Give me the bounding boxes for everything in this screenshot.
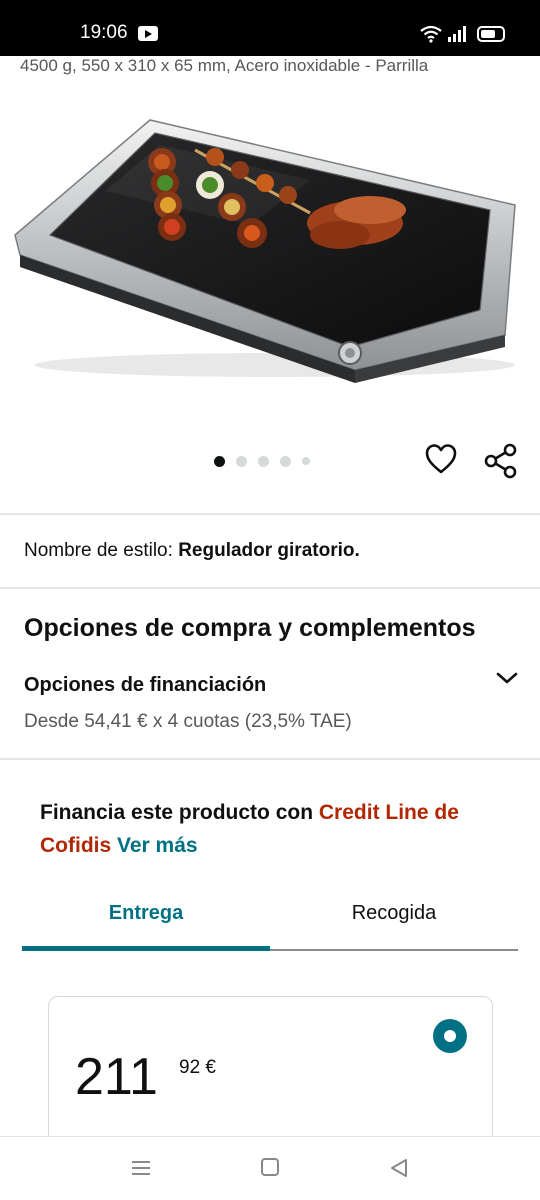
carousel-dot[interactable] (280, 455, 291, 467)
style-label: Nombre de estilo: (24, 540, 173, 561)
product-subtitle: 4500 g, 550 x 310 x 65 mm, Acero inoxida… (20, 56, 429, 75)
youtube-notification-icon (138, 26, 158, 41)
style-value: Regulador giratorio. (178, 540, 360, 561)
wifi-icon (420, 25, 442, 43)
tab-delivery[interactable]: Entrega (22, 902, 270, 925)
see-more-link[interactable]: Ver más (117, 834, 198, 857)
electric-grill-plate-image[interactable] (10, 95, 530, 395)
status-bar: 19:06 (0, 0, 540, 56)
heart-icon[interactable] (422, 440, 460, 478)
signal-icon (448, 26, 466, 42)
system-nav-bar (0, 1136, 540, 1200)
carousel-dot[interactable] (214, 455, 225, 467)
financing-promo-text: Financia este producto con (40, 801, 319, 824)
status-time: 19:06 (80, 22, 128, 43)
share-icon[interactable] (482, 442, 520, 480)
section-divider (0, 587, 540, 589)
financing-options-title[interactable]: Opciones de financiación (24, 674, 266, 697)
home-icon[interactable] (261, 1158, 279, 1176)
financing-promo: Financia este producto con Credit Line d… (40, 796, 500, 862)
purchase-options-title: Opciones de compra y complementos (24, 614, 476, 642)
price-whole: 211 (75, 1048, 158, 1106)
style-name-row[interactable]: Nombre de estilo: Regulador giratorio. (24, 540, 360, 562)
chevron-down-icon[interactable] (494, 668, 520, 688)
recent-apps-icon[interactable] (130, 1157, 152, 1179)
section-divider (0, 758, 540, 760)
section-divider (0, 513, 540, 515)
carousel-dot[interactable] (236, 455, 247, 467)
back-icon[interactable] (388, 1157, 410, 1179)
image-carousel-indicator[interactable] (214, 454, 310, 468)
tab-pickup[interactable]: Recogida (270, 902, 518, 925)
radio-selected-icon[interactable] (433, 1019, 467, 1053)
battery-icon (477, 26, 505, 42)
tab-active-indicator (22, 946, 270, 951)
financing-description: Desde 54,41 € x 4 cuotas (23,5% TAE) (24, 711, 352, 732)
price-fraction: 92 € (179, 1057, 216, 1078)
carousel-dot[interactable] (258, 455, 269, 467)
carousel-dot[interactable] (302, 457, 310, 465)
